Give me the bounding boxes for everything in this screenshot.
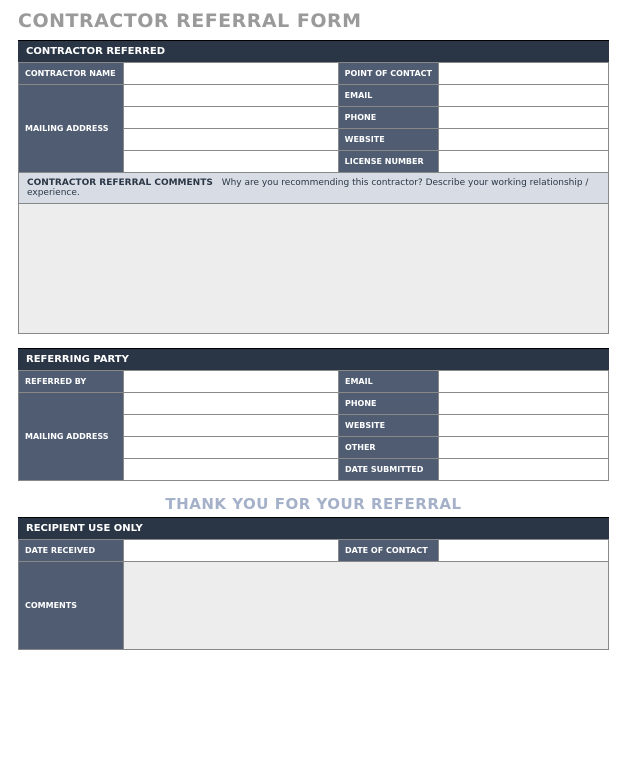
input-contractor-name[interactable] xyxy=(124,63,339,85)
label-license: LICENSE NUMBER xyxy=(338,151,438,173)
input-ref-phone[interactable] xyxy=(439,393,609,415)
label-ref-mailing: MAILING ADDRESS xyxy=(19,393,124,481)
comments-label: CONTRACTOR REFERRAL COMMENTS xyxy=(27,178,213,188)
referring-table: REFERRED BY EMAIL MAILING ADDRESS PHONE … xyxy=(18,370,609,481)
label-poc: POINT OF CONTACT xyxy=(338,63,438,85)
input-ref-email[interactable] xyxy=(439,371,609,393)
label-phone: PHONE xyxy=(338,107,438,129)
section-header-contractor: CONTRACTOR REFERRED xyxy=(18,40,609,62)
input-recipient-comments[interactable] xyxy=(124,562,609,650)
input-phone[interactable] xyxy=(439,107,609,129)
input-ref-mailing-1[interactable] xyxy=(124,393,339,415)
thank-you-text: THANK YOU FOR YOUR REFERRAL xyxy=(18,495,609,513)
label-ref-email: EMAIL xyxy=(339,371,439,393)
label-ref-phone: PHONE xyxy=(339,393,439,415)
input-date-submitted[interactable] xyxy=(439,459,609,481)
input-other[interactable] xyxy=(439,437,609,459)
input-mailing-1[interactable] xyxy=(124,85,339,107)
input-email[interactable] xyxy=(439,85,609,107)
label-email: EMAIL xyxy=(338,85,438,107)
input-date-received[interactable] xyxy=(124,540,339,562)
label-date-contact: DATE OF CONTACT xyxy=(339,540,439,562)
input-mailing-4[interactable] xyxy=(124,151,339,173)
section-contractor: CONTRACTOR REFERRED CONTRACTOR NAME POIN… xyxy=(18,40,609,334)
label-mailing-address: MAILING ADDRESS xyxy=(19,85,124,173)
input-ref-mailing-2[interactable] xyxy=(124,415,339,437)
section-recipient: RECIPIENT USE ONLY DATE RECEIVED DATE OF… xyxy=(18,517,609,650)
input-ref-mailing-3[interactable] xyxy=(124,437,339,459)
label-contractor-name: CONTRACTOR NAME xyxy=(19,63,124,85)
label-date-submitted: DATE SUBMITTED xyxy=(339,459,439,481)
input-date-contact[interactable] xyxy=(439,540,609,562)
input-mailing-3[interactable] xyxy=(124,129,339,151)
input-mailing-2[interactable] xyxy=(124,107,339,129)
input-license[interactable] xyxy=(439,151,609,173)
form-title: CONTRACTOR REFERRAL FORM xyxy=(18,10,609,32)
label-website: WEBSITE xyxy=(338,129,438,151)
label-ref-website: WEBSITE xyxy=(339,415,439,437)
section-referring: REFERRING PARTY REFERRED BY EMAIL MAILIN… xyxy=(18,348,609,481)
contractor-table: CONTRACTOR NAME POINT OF CONTACT MAILING… xyxy=(18,62,609,173)
section-header-referring: REFERRING PARTY xyxy=(18,348,609,370)
section-header-recipient: RECIPIENT USE ONLY xyxy=(18,517,609,539)
comments-body[interactable] xyxy=(18,204,609,334)
label-other: OTHER xyxy=(339,437,439,459)
input-poc[interactable] xyxy=(439,63,609,85)
label-date-received: DATE RECEIVED xyxy=(19,540,124,562)
input-ref-mailing-4[interactable] xyxy=(124,459,339,481)
input-referred-by[interactable] xyxy=(124,371,339,393)
input-ref-website[interactable] xyxy=(439,415,609,437)
input-website[interactable] xyxy=(439,129,609,151)
comments-header: CONTRACTOR REFERRAL COMMENTS Why are you… xyxy=(18,173,609,204)
recipient-table: DATE RECEIVED DATE OF CONTACT COMMENTS xyxy=(18,539,609,650)
label-recipient-comments: COMMENTS xyxy=(19,562,124,650)
label-referred-by: REFERRED BY xyxy=(19,371,124,393)
